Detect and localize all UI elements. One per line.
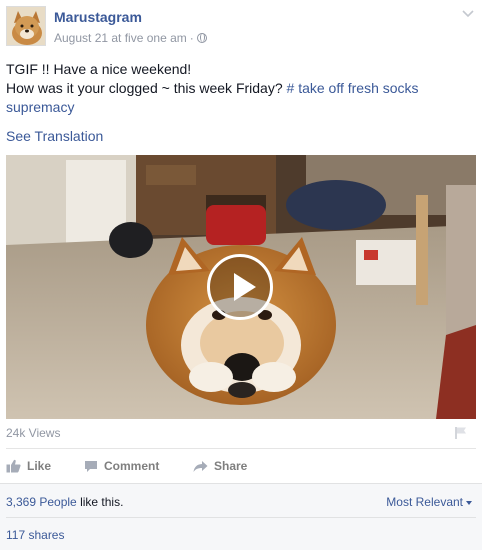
post-timestamp[interactable]: August 21 at five one am (54, 31, 187, 45)
thumbs-up-icon (6, 459, 21, 473)
comment-label: Comment (104, 459, 160, 473)
footer-divider (6, 517, 476, 518)
sort-label: Most Relevant (386, 495, 463, 509)
chevron-down-icon[interactable] (462, 10, 474, 18)
sort-dropdown[interactable]: Most Relevant (386, 495, 472, 509)
share-button[interactable]: Share (193, 457, 247, 475)
post-text-line-1: TGIF !! Have a nice weekend! (6, 61, 192, 77)
page-avatar[interactable] (6, 6, 46, 46)
post-text-question: How was it your clogged ~ this week Frid… (6, 80, 283, 96)
comment-icon (85, 460, 97, 472)
see-translation-link[interactable]: See Translation (6, 128, 103, 144)
share-label: Share (214, 459, 248, 473)
feed-post: Marustagram August 21 at five one am · T… (0, 0, 482, 550)
video-player[interactable] (6, 155, 476, 419)
share-arrow-icon (193, 460, 208, 472)
page-name-link[interactable]: Marustagram (54, 9, 142, 25)
like-button[interactable]: Like (6, 457, 51, 475)
video-views: 24k Views (6, 426, 61, 440)
post-meta: August 21 at five one am · (54, 31, 207, 45)
like-label: Like (27, 459, 52, 473)
likes-count-link[interactable]: 3,369 People (6, 495, 77, 509)
globe-icon[interactable] (196, 33, 207, 43)
shares-link[interactable]: 117 shares (6, 528, 64, 542)
caret-down-icon (466, 500, 472, 505)
meta-separator: · (189, 31, 194, 45)
likes-summary: 3,369 People like this. (6, 495, 123, 509)
post-text-line-2: How was it your clogged ~ this week Frid… (6, 79, 476, 117)
actions-divider (6, 448, 476, 449)
likes-suffix: like this. (76, 495, 124, 509)
play-icon[interactable] (207, 254, 273, 320)
comment-button[interactable]: Comment (84, 457, 159, 475)
flag-icon[interactable] (454, 426, 468, 440)
ufi-footer: 3,369 People like this. Most Relevant 11… (0, 483, 482, 550)
post-text: TGIF !! Have a nice weekend! How was it … (6, 60, 476, 117)
